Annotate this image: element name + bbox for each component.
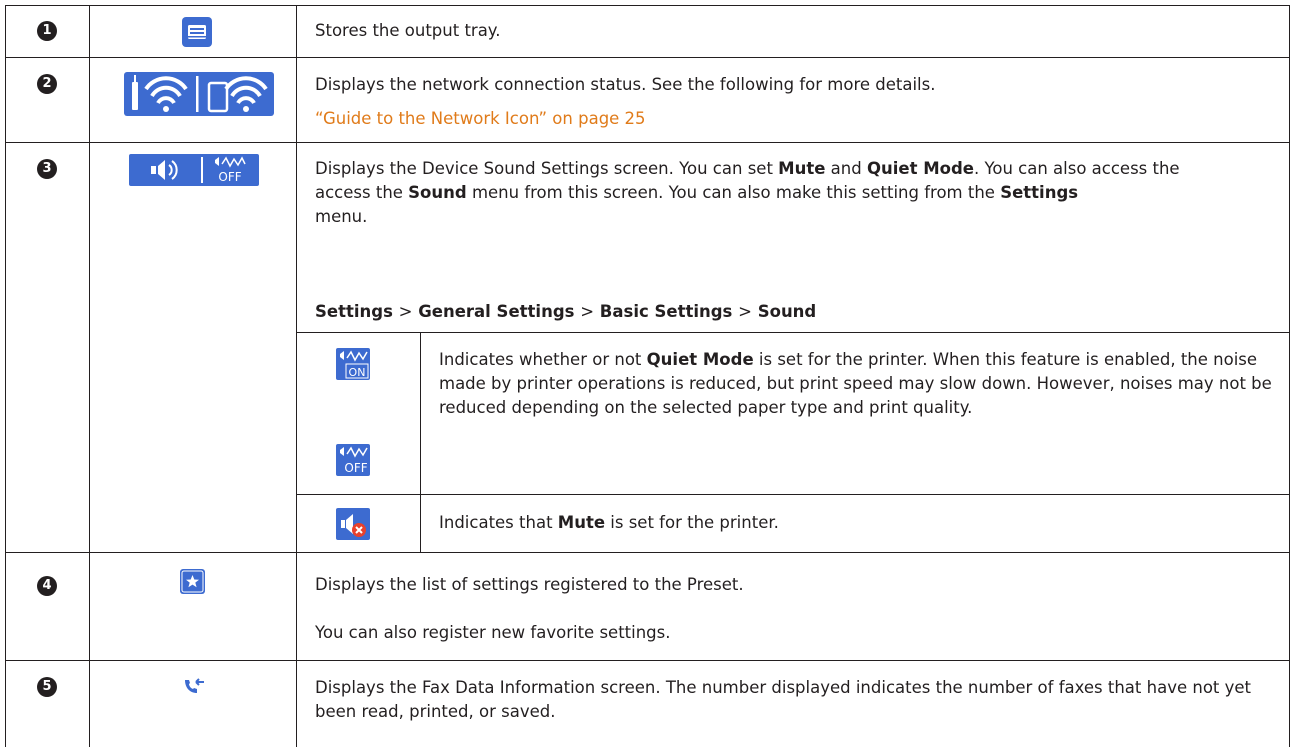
quiet-mode-off-icon: OFF bbox=[336, 444, 370, 476]
output-tray-icon bbox=[182, 17, 212, 47]
quiet-mode-on-icon: ON bbox=[336, 348, 370, 380]
sub-row-description: Indicates whether or not Quiet Mode is s… bbox=[439, 350, 1272, 417]
row-description: Displays the network connection status. … bbox=[315, 75, 936, 94]
row-divider bbox=[5, 142, 1290, 143]
network-status-icons bbox=[124, 72, 274, 116]
table-border-top bbox=[5, 5, 1290, 6]
row-description: Stores the output tray. bbox=[315, 21, 501, 40]
row-divider bbox=[5, 552, 1290, 553]
row-divider bbox=[5, 660, 1290, 661]
row-description-secondary: You can also register new favorite setti… bbox=[315, 623, 671, 642]
svg-text:ON: ON bbox=[349, 366, 366, 379]
wifi-direct-icon bbox=[207, 76, 268, 113]
table-border-right bbox=[1289, 5, 1290, 747]
settings-path: Settings > General Settings > Basic Sett… bbox=[315, 302, 817, 321]
row-number-badge: 3 bbox=[37, 159, 57, 179]
star-preset-icon bbox=[180, 569, 205, 594]
row-divider bbox=[5, 57, 1290, 58]
quiet-mode-off-icon: OFF bbox=[215, 156, 246, 184]
column-divider bbox=[296, 5, 297, 747]
row-number-badge: 5 bbox=[37, 677, 57, 697]
sub-row-description: Indicates that Mute is set for the print… bbox=[439, 513, 779, 532]
row-description: Displays the Fax Data Information screen… bbox=[315, 678, 1252, 721]
table-border-left bbox=[5, 5, 6, 747]
row-description: Displays the list of settings registered… bbox=[315, 575, 744, 594]
network-icon-guide-link[interactable]: “Guide to the Network Icon” on page 25 bbox=[315, 107, 646, 131]
sub-row-divider bbox=[296, 494, 1290, 495]
mute-icon bbox=[336, 508, 370, 540]
sub-column-divider bbox=[420, 332, 421, 552]
column-divider bbox=[89, 5, 90, 747]
row-number-badge: 1 bbox=[37, 21, 57, 41]
wifi-router-icon bbox=[132, 75, 188, 112]
fax-data-icon bbox=[182, 677, 206, 695]
speaker-icon bbox=[151, 160, 178, 180]
svg-text:OFF: OFF bbox=[218, 170, 241, 184]
row-description: Displays the Device Sound Settings scree… bbox=[315, 159, 1180, 226]
svg-text:OFF: OFF bbox=[344, 461, 367, 475]
sound-status-icons: OFF bbox=[129, 154, 259, 186]
row-number-badge: 2 bbox=[37, 74, 57, 94]
row-number-badge: 4 bbox=[37, 576, 57, 596]
sub-table-border-top bbox=[296, 332, 1290, 333]
